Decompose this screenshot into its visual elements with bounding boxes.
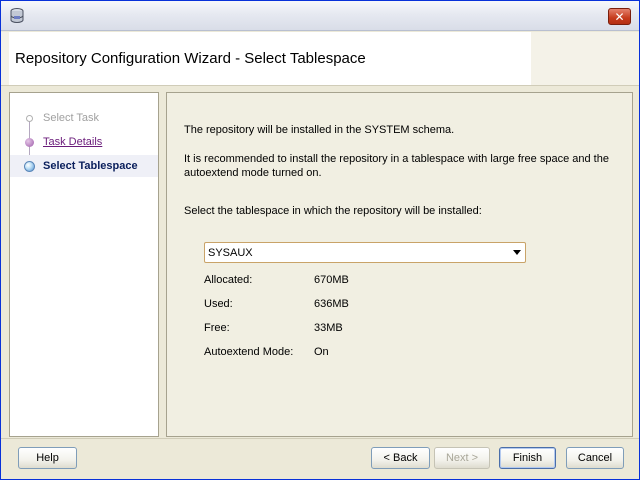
step-visited-icon [25,137,34,147]
free-value: 33MB [314,322,343,334]
step-link[interactable]: Task Details [43,136,102,148]
back-button[interactable]: < Back [371,447,430,469]
wizard-header: Repository Configuration Wizard - Select… [1,32,639,85]
autoextend-value: On [314,346,329,358]
dropdown-arrow-icon[interactable] [513,250,521,255]
tablespace-selected-value: SYSAUX [208,246,253,259]
content-panel: The repository will be installed in the … [166,92,633,437]
help-button-label: Help [36,452,59,464]
finish-button[interactable]: Finish [499,447,556,469]
allocated-value: 670MB [314,274,349,286]
page-title: Repository Configuration Wizard - Select… [15,50,366,67]
autoextend-label: Autoextend Mode: [204,346,294,358]
header-divider [1,85,639,86]
app-cylinder-icon [9,7,25,25]
wizard-window: ✕ Repository Configuration Wizard - Sele… [0,0,640,480]
step-label: Select Task [43,112,100,124]
allocated-label: Allocated: [204,274,253,286]
recommendation-text: It is recommended to install the reposit… [184,153,609,179]
used-value: 636MB [314,298,349,310]
step-select-task: Select Task [10,107,158,129]
select-prompt: Select the tablespace in which the repos… [184,205,482,217]
cancel-button[interactable]: Cancel [566,447,624,469]
back-button-label: < Back [383,452,418,464]
next-button[interactable]: Next > [434,447,490,469]
step-select-tablespace: Select Tablespace [10,155,158,177]
close-button[interactable]: ✕ [608,8,631,25]
cancel-button-label: Cancel [577,452,613,464]
close-icon: ✕ [614,9,625,24]
intro-text: The repository will be installed in the … [184,124,455,136]
help-button[interactable]: Help [18,447,77,469]
tablespace-select[interactable]: SYSAUX [204,242,526,263]
step-current-icon [24,160,35,172]
free-label: Free: [204,322,230,334]
title-bar[interactable]: ✕ [1,1,639,31]
finish-button-label: Finish [512,452,543,464]
wizard-steps-panel: Select Task Task Details Select Tablespa… [9,92,159,437]
used-label: Used: [204,298,233,310]
step-task-details[interactable]: Task Details [10,131,158,153]
step-label: Select Tablespace [43,160,138,172]
next-button-label: Next > [445,452,479,464]
footer-divider [1,438,639,439]
step-done-icon [26,114,33,122]
